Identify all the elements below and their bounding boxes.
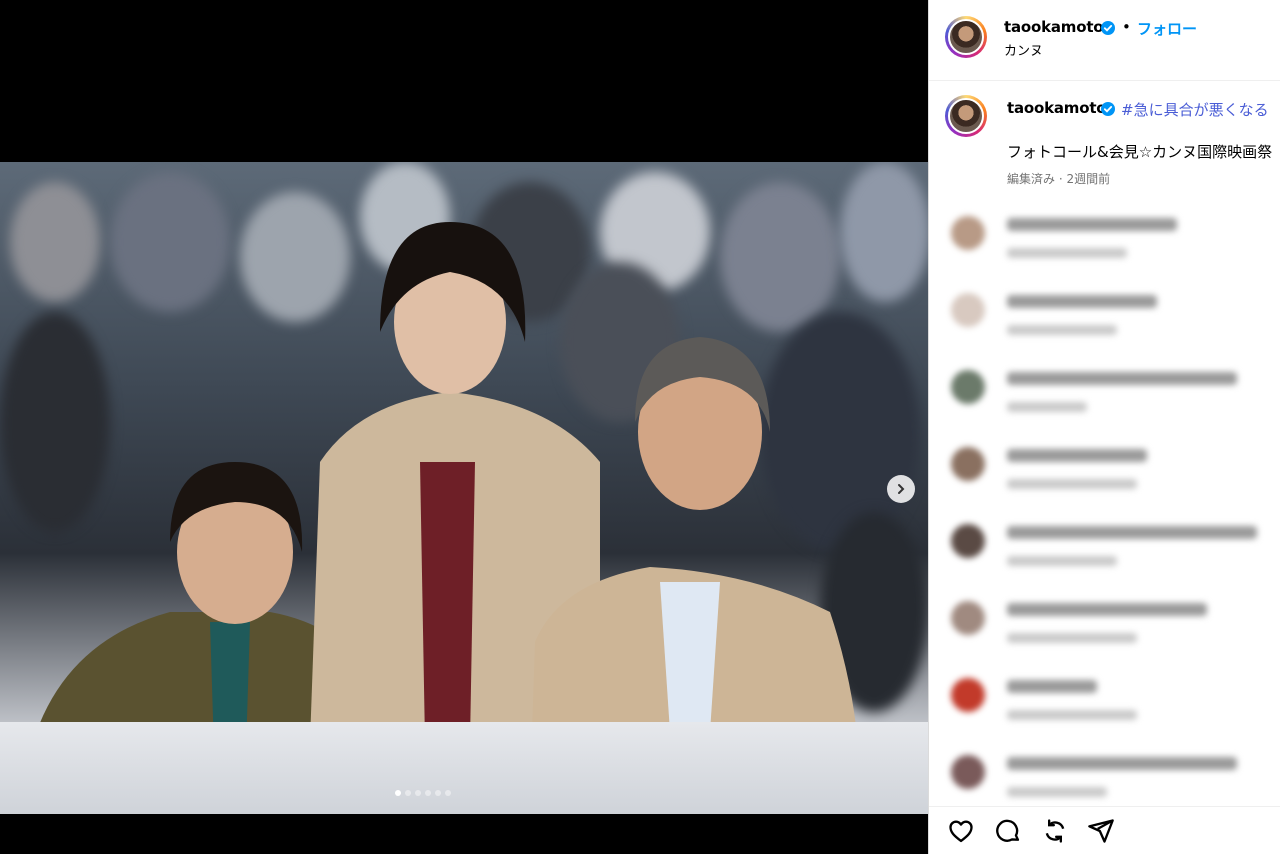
comment-item[interactable] xyxy=(929,366,1280,436)
verified-badge-icon xyxy=(1101,21,1115,35)
comment-item[interactable] xyxy=(929,212,1280,282)
comment-text-blurred xyxy=(1007,449,1147,462)
commenter-avatar[interactable] xyxy=(951,447,985,481)
post-header: taookamoto • フォロー カンヌ xyxy=(929,0,1280,81)
caption-verified-icon xyxy=(1101,102,1115,116)
caption-meta: 編集済み · 2週間前 xyxy=(1007,172,1111,186)
comment-meta-blurred xyxy=(1007,556,1117,566)
caption-username[interactable]: taookamoto xyxy=(1007,99,1107,117)
comment-item[interactable] xyxy=(929,597,1280,667)
post-photo xyxy=(0,162,928,814)
comment-icon[interactable] xyxy=(994,817,1022,845)
comment-meta-blurred xyxy=(1007,402,1087,412)
caption-hashtag[interactable]: #急に具合が悪くなる xyxy=(1121,99,1269,120)
caption-avatar[interactable] xyxy=(945,95,987,137)
action-bar xyxy=(929,806,1280,854)
share-icon[interactable] xyxy=(1041,817,1069,845)
comment-item[interactable] xyxy=(929,520,1280,590)
follow-button[interactable]: フォロー xyxy=(1137,18,1197,39)
press-table xyxy=(0,722,928,814)
comment-meta-blurred xyxy=(1007,479,1137,489)
author-avatar[interactable] xyxy=(945,16,987,58)
carousel-dot xyxy=(445,790,451,796)
carousel-dot xyxy=(425,790,431,796)
carousel-dot xyxy=(415,790,421,796)
carousel-dot xyxy=(405,790,411,796)
comment-meta-blurred xyxy=(1007,248,1127,258)
send-icon[interactable] xyxy=(1087,817,1115,845)
comment-meta-blurred xyxy=(1007,787,1107,797)
post-sidebar: taookamoto • フォロー カンヌ taookamoto #急に具合が悪… xyxy=(928,0,1280,854)
post-media xyxy=(0,0,928,854)
post-location[interactable]: カンヌ xyxy=(1004,40,1043,59)
commenter-avatar[interactable] xyxy=(951,524,985,558)
next-slide-button[interactable] xyxy=(887,475,915,503)
carousel-dot xyxy=(395,790,401,796)
comment-text-blurred xyxy=(1007,680,1097,693)
comment-text-blurred xyxy=(1007,757,1237,770)
comment-item[interactable] xyxy=(929,289,1280,359)
comment-text-blurred xyxy=(1007,295,1157,308)
comment-meta-blurred xyxy=(1007,325,1117,335)
comment-text-blurred xyxy=(1007,526,1257,539)
comment-text-blurred xyxy=(1007,218,1177,231)
author-username[interactable]: taookamoto xyxy=(1004,18,1104,36)
header-separator: • xyxy=(1122,18,1131,36)
commenter-avatar[interactable] xyxy=(951,370,985,404)
commenter-avatar[interactable] xyxy=(951,678,985,712)
carousel-dot xyxy=(435,790,441,796)
comment-text-blurred xyxy=(1007,603,1207,616)
caption-text: フォトコール&会見☆カンヌ国際映画祭 xyxy=(1007,143,1273,161)
comment-item[interactable] xyxy=(929,443,1280,513)
heart-icon[interactable] xyxy=(947,817,975,845)
commenter-avatar[interactable] xyxy=(951,216,985,250)
commenter-avatar[interactable] xyxy=(951,293,985,327)
person-right xyxy=(530,337,860,792)
comment-text-blurred xyxy=(1007,372,1237,385)
comment-meta-blurred xyxy=(1007,710,1137,720)
commenter-avatar[interactable] xyxy=(951,755,985,789)
comment-meta-blurred xyxy=(1007,633,1137,643)
comment-item[interactable] xyxy=(929,674,1280,744)
carousel-dots xyxy=(395,790,451,796)
chevron-right-icon xyxy=(898,484,905,494)
commenter-avatar[interactable] xyxy=(951,601,985,635)
